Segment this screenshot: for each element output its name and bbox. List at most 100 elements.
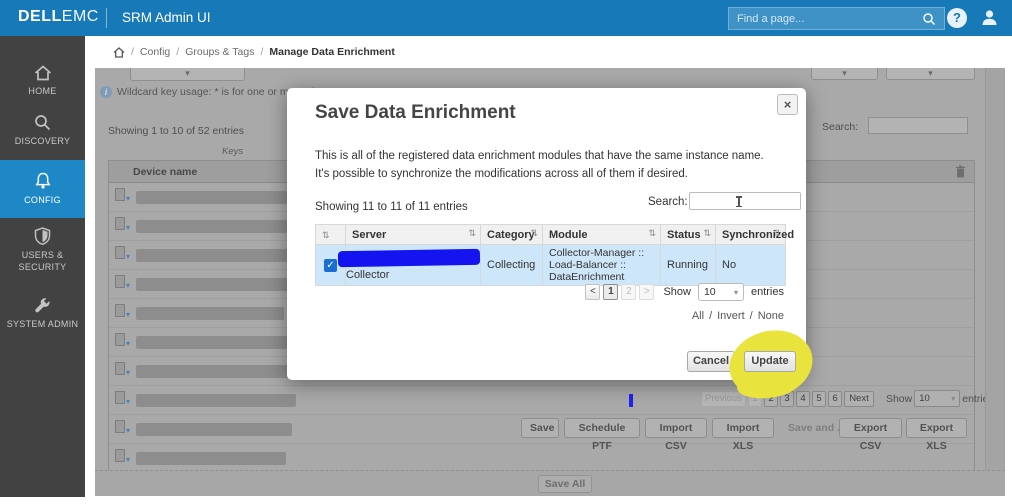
page-size-select[interactable]: 10 ▾	[914, 390, 960, 407]
status-column-header[interactable]: Status⇅	[661, 225, 716, 245]
device-dropdown-icon[interactable]: ▾	[115, 275, 130, 293]
truncated-control-1[interactable]: ▾	[811, 68, 878, 80]
update-button[interactable]: Update	[744, 351, 796, 372]
page-button-6[interactable]: 6	[828, 391, 842, 407]
device-dropdown-icon[interactable]: ▾	[115, 362, 130, 380]
select-none-link[interactable]: None	[758, 310, 784, 322]
save-and-label: Save and ...	[788, 422, 846, 434]
device-dropdown-icon[interactable]: ▾	[115, 333, 130, 351]
export-csv-button[interactable]: Export CSV	[839, 418, 902, 438]
modal-page-button-2[interactable]: 2	[621, 284, 636, 300]
breadcrumb-home-icon[interactable]	[113, 47, 125, 58]
sort-icon[interactable]: ⇅	[468, 228, 476, 239]
modal-page-size-select[interactable]: 10▾	[698, 283, 744, 301]
schedule-ptf-button[interactable]: Schedule PTF	[564, 418, 640, 438]
truncated-dropdown[interactable]: ▾	[130, 68, 245, 81]
select-column-header[interactable]: ⇅	[316, 225, 346, 245]
sidebar-item-config[interactable]: CONFIG	[0, 160, 85, 218]
device-dropdown-icon[interactable]: ▾	[115, 217, 130, 235]
sort-icon[interactable]: ⇅	[703, 228, 711, 239]
cancel-button[interactable]: Cancel	[687, 351, 735, 372]
page-button-5[interactable]: 5	[812, 391, 826, 407]
modal-showing-entries-text: Showing 11 to 11 of 11 entries	[315, 201, 468, 213]
save-all-strip: Save All	[95, 470, 1005, 496]
sidebar-item-discovery[interactable]: DISCOVERY	[0, 108, 85, 154]
truncated-control-2[interactable]: ▾	[886, 68, 975, 80]
select-invert-link[interactable]: Invert	[717, 310, 745, 322]
device-name-column-header[interactable]: Device name	[133, 166, 197, 178]
redacted-device-name	[136, 423, 292, 436]
column-label: Category	[487, 229, 535, 241]
sidebar-item-label: DISCOVERY	[11, 135, 75, 147]
breadcrumb-link-config[interactable]: Config	[140, 46, 170, 58]
modal-pagination: < 1 2 > Show 10▾ entries	[585, 283, 784, 301]
import-csv-button[interactable]: Import CSV	[645, 418, 707, 438]
redacted-device-name	[136, 191, 301, 204]
dellemc-logo: DELLEMC	[18, 8, 99, 26]
sort-icon[interactable]: ⇅	[773, 228, 781, 239]
breadcrumb-link-groups-tags[interactable]: Groups & Tags	[185, 46, 254, 58]
save-button[interactable]: Save	[521, 418, 559, 438]
module-cell: Collector-Manager :: Load-Balancer :: Da…	[543, 245, 661, 286]
table-row: ▾	[109, 444, 974, 470]
shield-icon	[34, 227, 51, 245]
server-cell: Collector	[346, 245, 481, 286]
column-label: Server	[352, 229, 386, 241]
category-cell: Collecting	[481, 245, 543, 286]
select-all-link[interactable]: All	[692, 310, 704, 322]
import-xls-button[interactable]: Import XLS	[712, 418, 774, 438]
breadcrumb-separator: /	[176, 46, 179, 58]
scrollbar[interactable]	[985, 68, 1005, 470]
user-account-icon[interactable]	[980, 8, 999, 27]
table-row[interactable]: ✓ Collector Collecting Collector-Manager…	[316, 245, 786, 286]
blue-redaction-mark	[629, 394, 633, 407]
page-button-4[interactable]: 4	[796, 391, 810, 407]
sidebar-item-label: USERS & SECURITY	[0, 249, 85, 273]
category-column-header[interactable]: Category⇅	[481, 225, 543, 245]
modal-next-page-button[interactable]: >	[639, 284, 654, 300]
sort-icon[interactable]: ⇅	[648, 228, 656, 239]
device-dropdown-icon[interactable]: ▾	[115, 246, 130, 264]
status-cell: Running	[661, 245, 716, 286]
caret-down-icon: ▾	[185, 68, 190, 78]
page-size-value: 10	[919, 393, 930, 404]
app-window: DELLEMC SRM Admin UI Find a page... ? HO…	[0, 0, 1012, 504]
caret-down-icon: ▾	[951, 394, 955, 403]
save-all-button[interactable]: Save All	[538, 475, 592, 493]
device-dropdown-icon[interactable]: ▾	[115, 391, 130, 409]
module-column-header[interactable]: Module⇅	[543, 225, 661, 245]
server-column-header[interactable]: Server ⇅	[346, 225, 481, 245]
device-dropdown-icon[interactable]: ▾	[115, 420, 130, 438]
modal-search-input[interactable]	[689, 192, 801, 210]
close-icon[interactable]: ×	[777, 94, 798, 115]
checkbox-checked-icon[interactable]: ✓	[324, 259, 337, 272]
next-page-button[interactable]: Next	[844, 391, 874, 407]
selection-links: All / Invert / None	[692, 310, 784, 322]
sidebar-item-system-admin[interactable]: SYSTEM ADMIN	[0, 286, 85, 342]
sort-icon[interactable]: ⇅	[530, 228, 538, 239]
right-margin	[1005, 36, 1012, 504]
modal-page-button-1[interactable]: 1	[603, 284, 618, 300]
synchronized-cell: No	[716, 245, 786, 286]
trash-icon[interactable]	[955, 165, 966, 178]
modal-description: This is all of the registered data enric…	[315, 148, 777, 184]
device-dropdown-icon[interactable]: ▾	[115, 304, 130, 322]
sort-icon[interactable]: ⇅	[322, 230, 330, 240]
bell-icon	[34, 172, 52, 190]
find-page-search[interactable]: Find a page...	[728, 7, 945, 30]
modal-prev-page-button[interactable]: <	[585, 284, 600, 300]
device-dropdown-icon[interactable]: ▾	[115, 188, 130, 206]
synchronized-column-header[interactable]: Synchronized⇅	[716, 225, 786, 245]
save-data-enrichment-modal: × Save Data Enrichment This is all of th…	[287, 88, 806, 380]
page-search-input[interactable]	[868, 117, 968, 134]
help-icon[interactable]: ?	[947, 8, 967, 28]
app-title: SRM Admin UI	[122, 10, 211, 25]
breadcrumb-separator: /	[260, 46, 263, 58]
discovery-search-icon	[34, 114, 51, 131]
sidebar-item-users-security[interactable]: USERS & SECURITY	[0, 222, 85, 278]
device-dropdown-icon[interactable]: ▾	[115, 449, 130, 467]
sidebar-item-home[interactable]: HOME	[0, 58, 85, 104]
search-icon[interactable]	[922, 12, 936, 26]
modal-title: Save Data Enrichment	[315, 102, 516, 124]
export-xls-button[interactable]: Export XLS	[906, 418, 967, 438]
